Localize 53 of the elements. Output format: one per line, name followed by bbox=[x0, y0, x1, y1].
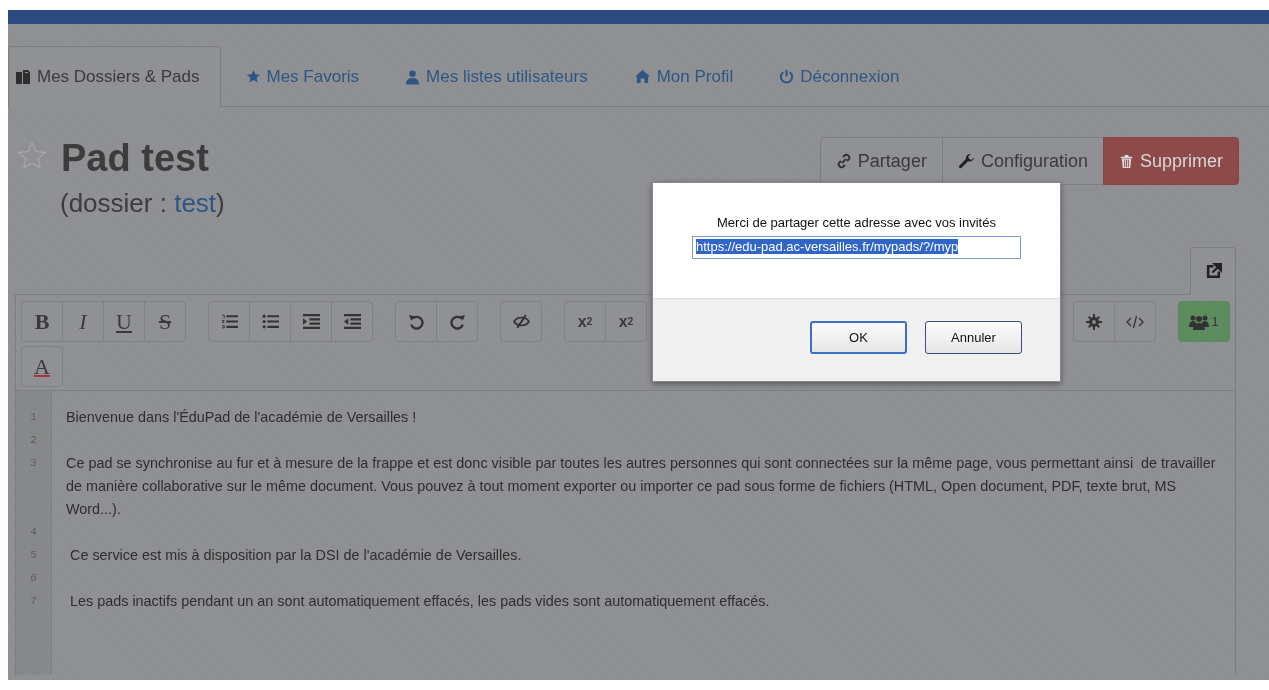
folder-label: (dossier : test) bbox=[60, 188, 225, 219]
bullet-list-icon bbox=[261, 313, 279, 330]
nav-tab[interactable]: Mes Favoris bbox=[232, 46, 381, 107]
nav-tab[interactable]: Mes listes utilisateurs bbox=[392, 46, 609, 107]
share-button[interactable]: Partager bbox=[819, 137, 943, 185]
folder-files-icon bbox=[15, 68, 31, 85]
undo-button[interactable] bbox=[395, 301, 437, 342]
eye-slash-icon bbox=[512, 313, 530, 330]
users-button[interactable]: 1 bbox=[1178, 301, 1230, 342]
editor-text-line: Bienvenue dans l'ÉduPad de l'académie de Versailles ! bbox=[65, 408, 418, 427]
ok-button[interactable]: OK bbox=[810, 321, 907, 354]
outdent-icon bbox=[343, 313, 361, 330]
bold-button[interactable]: B bbox=[21, 301, 63, 342]
underline-button[interactable]: U bbox=[103, 301, 145, 342]
numbered-list-button[interactable] bbox=[208, 301, 250, 342]
delete-button[interactable]: Supprimer bbox=[1102, 137, 1239, 185]
editor-text-line: Ce pad se synchronise au fur et à mesure de la frappe et est donc visible par toutes les autres personnes qui sont connectées sur la même page, vous permettant ainsi de travailler de manière collaborative sur le même document. Vous pouvez à tout moment exporter ou importer ce pad sous forme de fichiers (HTML, Open document, PDF, texte brut, MS Word...). bbox=[65, 454, 1217, 519]
settings-button[interactable] bbox=[1073, 301, 1115, 342]
indent-button[interactable] bbox=[290, 301, 332, 342]
popout-button[interactable] bbox=[1190, 247, 1236, 295]
star-icon bbox=[245, 69, 261, 84]
outdent-button[interactable] bbox=[331, 301, 373, 342]
wrench-icon bbox=[957, 152, 975, 170]
redo-icon bbox=[448, 313, 466, 330]
editor-text-line: Les pads inactifs pendant un an sont automatiquement effacés, les pads vides sont automatiquement effacés. bbox=[69, 592, 771, 611]
text-color-button[interactable]: A bbox=[21, 346, 63, 387]
input-field[interactable]: https://edu-pad.ac-versailles.fr/mypads/?/myp bbox=[692, 236, 1021, 259]
folder-link[interactable]: test bbox=[174, 188, 217, 218]
strikethrough-button[interactable]: S bbox=[144, 301, 186, 342]
user-icon bbox=[405, 68, 421, 85]
cancel-button[interactable]: Annuler bbox=[925, 321, 1022, 354]
power-icon bbox=[779, 69, 795, 84]
italic-button[interactable]: I bbox=[62, 301, 104, 342]
link-icon bbox=[835, 153, 852, 169]
bullet-list-button[interactable] bbox=[249, 301, 291, 342]
undo-icon bbox=[407, 313, 425, 330]
nav-tab[interactable]: Déconnexion bbox=[766, 46, 921, 107]
pad-title: Pad test bbox=[61, 137, 209, 180]
home-icon bbox=[633, 69, 651, 84]
users-icon bbox=[1189, 313, 1210, 330]
configuration-button[interactable]: Configuration bbox=[941, 137, 1104, 185]
dialog-message: Merci de partager cette adresse avec vos invités bbox=[717, 215, 996, 230]
trash-icon bbox=[1118, 152, 1134, 170]
hide-eye-button[interactable] bbox=[500, 301, 542, 342]
settings-icon bbox=[1086, 313, 1102, 330]
popout-icon bbox=[1204, 263, 1222, 280]
code-icon bbox=[1126, 313, 1144, 330]
nav-tab[interactable]: Mes Dossiers & Pads bbox=[8, 46, 221, 107]
redo-button[interactable] bbox=[436, 301, 478, 342]
nav-tab[interactable]: Mon Profil bbox=[620, 46, 755, 107]
editor-text-line: Ce service est mis à disposition par la DSI de l'académie de Versailles. bbox=[69, 546, 523, 565]
indent-icon bbox=[302, 313, 320, 330]
numbered-list-icon bbox=[220, 313, 238, 330]
